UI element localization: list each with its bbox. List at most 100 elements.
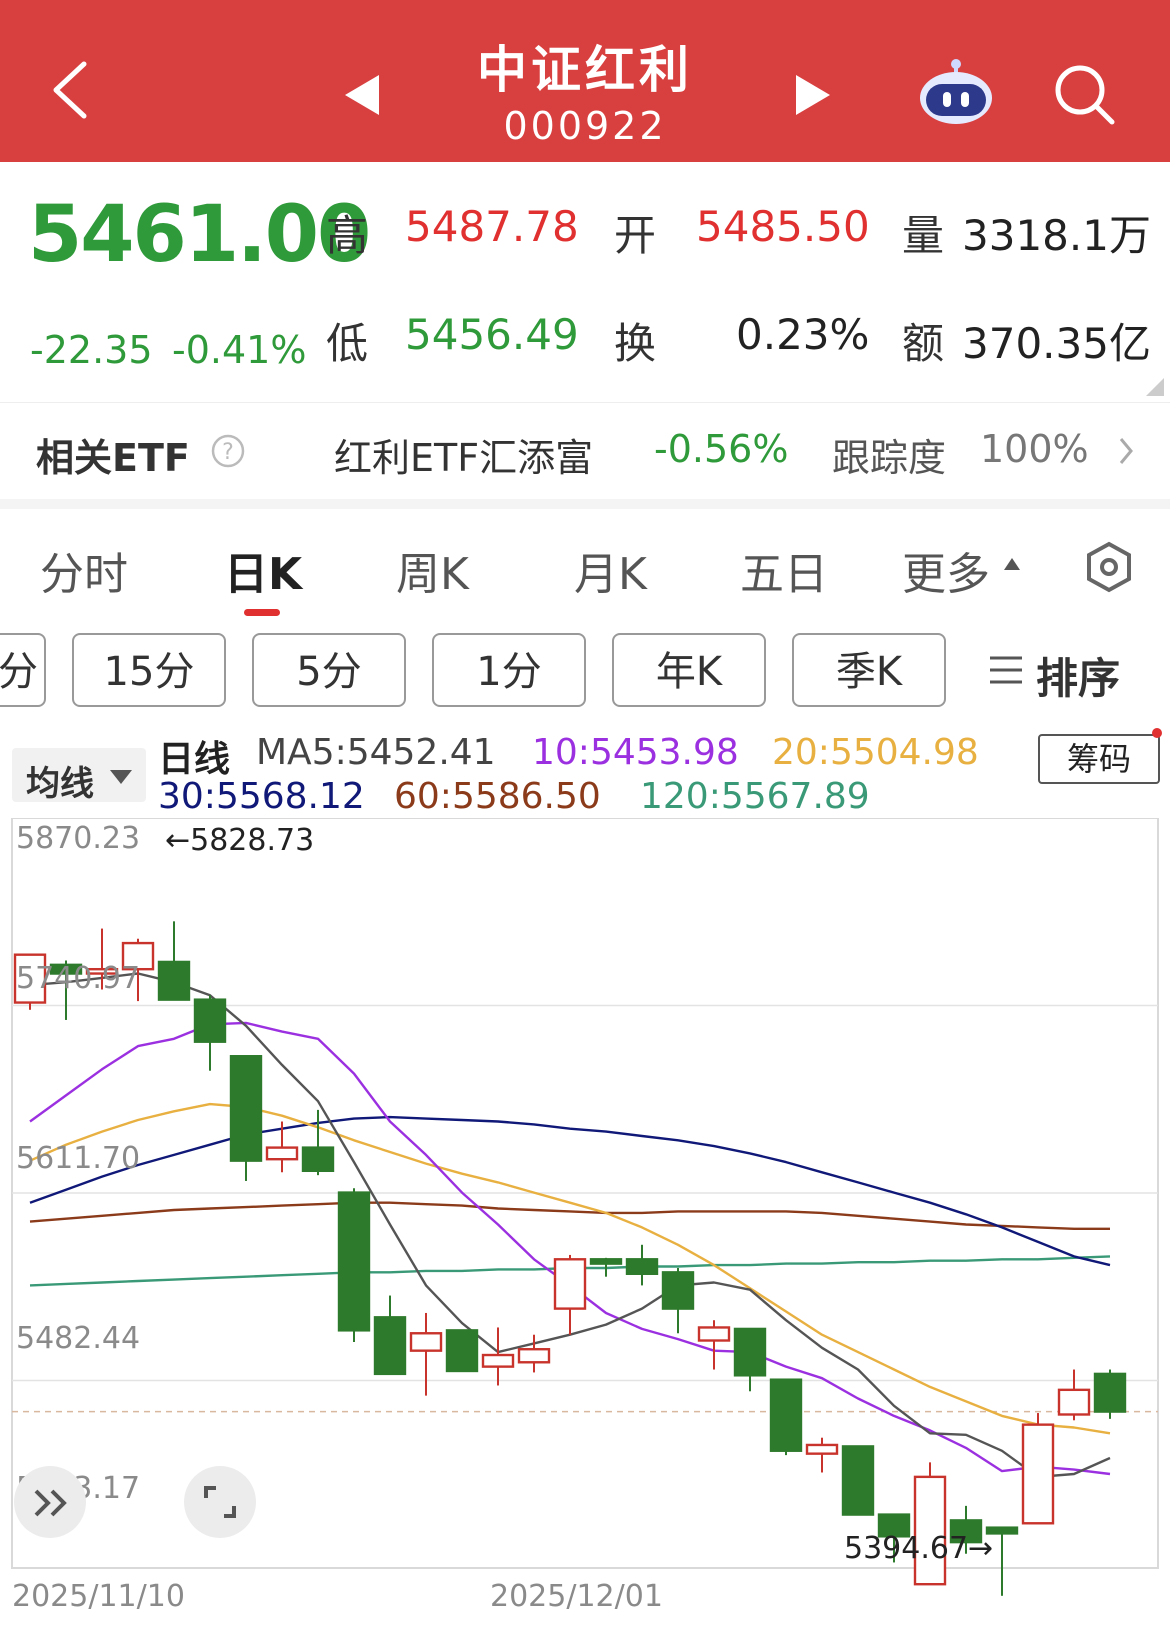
low-label: 低 <box>326 319 369 368</box>
candle-down <box>625 1244 659 1286</box>
settings-hexagon-icon[interactable] <box>1082 540 1136 594</box>
candle-down <box>373 1295 407 1376</box>
ma120-value: 120:5567.89 <box>640 776 870 817</box>
candle-body <box>193 998 227 1043</box>
amount-label: 额 <box>902 319 945 368</box>
related-etf-label: 相关ETF <box>36 436 190 480</box>
candle-body <box>697 1326 731 1342</box>
last-price: 5461.00 <box>28 190 371 280</box>
candle-up <box>265 1121 299 1173</box>
interval-1min-button[interactable]: 1分 <box>432 633 586 707</box>
turnover-value: 0.23% <box>736 310 870 359</box>
ma5-line <box>29 972 1111 1479</box>
candle-body <box>517 1348 551 1364</box>
max-price-annotation: ←5828.73 <box>165 823 314 858</box>
ma20-value: 20:5504.98 <box>772 732 979 773</box>
y-axis-label: 5482.44 <box>16 1321 140 1356</box>
moving-average-lines <box>29 972 1111 1479</box>
candle-down <box>229 1055 263 1181</box>
tab-monthly-k[interactable]: 月K <box>574 538 647 602</box>
y-axis-label: 5611.70 <box>16 1141 140 1176</box>
candle-down <box>193 995 227 1071</box>
price-change: -22.35 <box>30 328 153 372</box>
price-change-percent: -0.41% <box>172 328 307 372</box>
interval-button-partial[interactable]: 分 <box>0 633 46 707</box>
next-icon[interactable] <box>796 75 830 115</box>
quarterly-k-button[interactable]: 季K <box>792 633 946 707</box>
candle-up <box>1021 1413 1055 1525</box>
chevron-right-icon <box>1119 438 1133 464</box>
active-tab-indicator <box>244 609 280 616</box>
double-chevron-right-icon <box>34 1489 67 1517</box>
candle-up <box>697 1320 731 1370</box>
etf-name: 红利ETF汇添富 <box>334 436 594 480</box>
candle-body <box>805 1443 839 1455</box>
collapse-panel-button[interactable] <box>14 1466 86 1538</box>
candle-up <box>481 1327 515 1386</box>
x-axis-label: 2025/12/01 <box>490 1579 663 1614</box>
etf-change: -0.56% <box>654 427 789 471</box>
ma30-value: 30:5568.12 <box>158 776 365 817</box>
tab-more[interactable]: 更多 <box>902 538 990 602</box>
candle-up <box>805 1437 839 1473</box>
high-label: 高 <box>326 211 369 260</box>
chips-button[interactable]: 筹码 <box>1038 734 1160 784</box>
candle-down <box>445 1329 479 1373</box>
candlesticks <box>13 921 1127 1596</box>
ma10-value: 10:5453.98 <box>532 732 739 773</box>
candle-up <box>409 1312 443 1396</box>
candle-body <box>1057 1388 1091 1416</box>
high-value: 5487.78 <box>405 202 579 251</box>
candle-down <box>769 1378 803 1456</box>
candle-body <box>301 1146 335 1173</box>
ma-selector-label: 均线 <box>26 764 94 804</box>
candle-body <box>769 1378 803 1452</box>
turnover-label: 换 <box>614 319 657 368</box>
back-icon[interactable] <box>48 60 94 120</box>
interval-5min-button[interactable]: 5分 <box>252 633 406 707</box>
tracking-value: 100% <box>980 427 1089 471</box>
y-axis-label: 5870.23 <box>16 821 140 856</box>
prev-icon[interactable] <box>345 75 379 115</box>
candle-down <box>337 1188 371 1342</box>
ma-selector[interactable]: 均线 <box>12 748 146 804</box>
candle-down <box>733 1327 767 1392</box>
tracking-label: 跟踪度 <box>832 436 947 480</box>
dropdown-arrow-icon <box>110 770 132 784</box>
sort-menu-icon <box>990 656 1022 684</box>
kline-chart[interactable]: 5870.235740.975611.705482.445353.17←5828… <box>0 818 1170 1639</box>
tab-weekly-k[interactable]: 周K <box>396 538 469 602</box>
tab-intraday[interactable]: 分时 <box>40 538 128 602</box>
candle-body <box>589 1258 623 1265</box>
sort-button[interactable]: 排序 <box>1036 645 1120 706</box>
y-axis-label: 5740.97 <box>16 961 140 996</box>
chart-grid <box>11 818 1159 1569</box>
candle-down <box>841 1445 875 1516</box>
ma5-value: MA5:5452.41 <box>256 732 496 773</box>
ma60-line <box>29 1201 1110 1230</box>
period-label: 日线 <box>158 739 231 780</box>
open-value: 5485.50 <box>696 202 870 251</box>
expand-corner-icon[interactable] <box>1146 378 1164 396</box>
candle-down <box>157 921 191 1001</box>
fullscreen-button[interactable] <box>184 1466 256 1538</box>
candle-body <box>553 1258 587 1310</box>
candle-body <box>229 1055 263 1162</box>
ma60-value: 60:5586.50 <box>394 776 601 817</box>
tab-daily-k[interactable]: 日K <box>224 538 302 602</box>
help-icon[interactable]: ? <box>210 433 246 469</box>
ma10-line <box>29 1021 1111 1476</box>
low-value: 5456.49 <box>405 310 579 359</box>
candle-body <box>409 1332 443 1352</box>
svg-text:?: ? <box>222 440 234 465</box>
candle-body <box>481 1353 515 1368</box>
candle-down <box>1093 1369 1127 1419</box>
related-etf-row[interactable]: 相关ETF ? 红利ETF汇添富 -0.56% 跟踪度 100% <box>0 402 1170 509</box>
interval-15min-button[interactable]: 15分 <box>72 633 226 707</box>
candle-body <box>1093 1372 1127 1413</box>
tab-five-day[interactable]: 五日 <box>740 538 828 602</box>
caret-up-icon <box>1004 558 1020 570</box>
search-icon[interactable] <box>1052 62 1118 128</box>
yearly-k-button[interactable]: 年K <box>612 633 766 707</box>
robot-assistant-icon[interactable] <box>916 56 996 128</box>
